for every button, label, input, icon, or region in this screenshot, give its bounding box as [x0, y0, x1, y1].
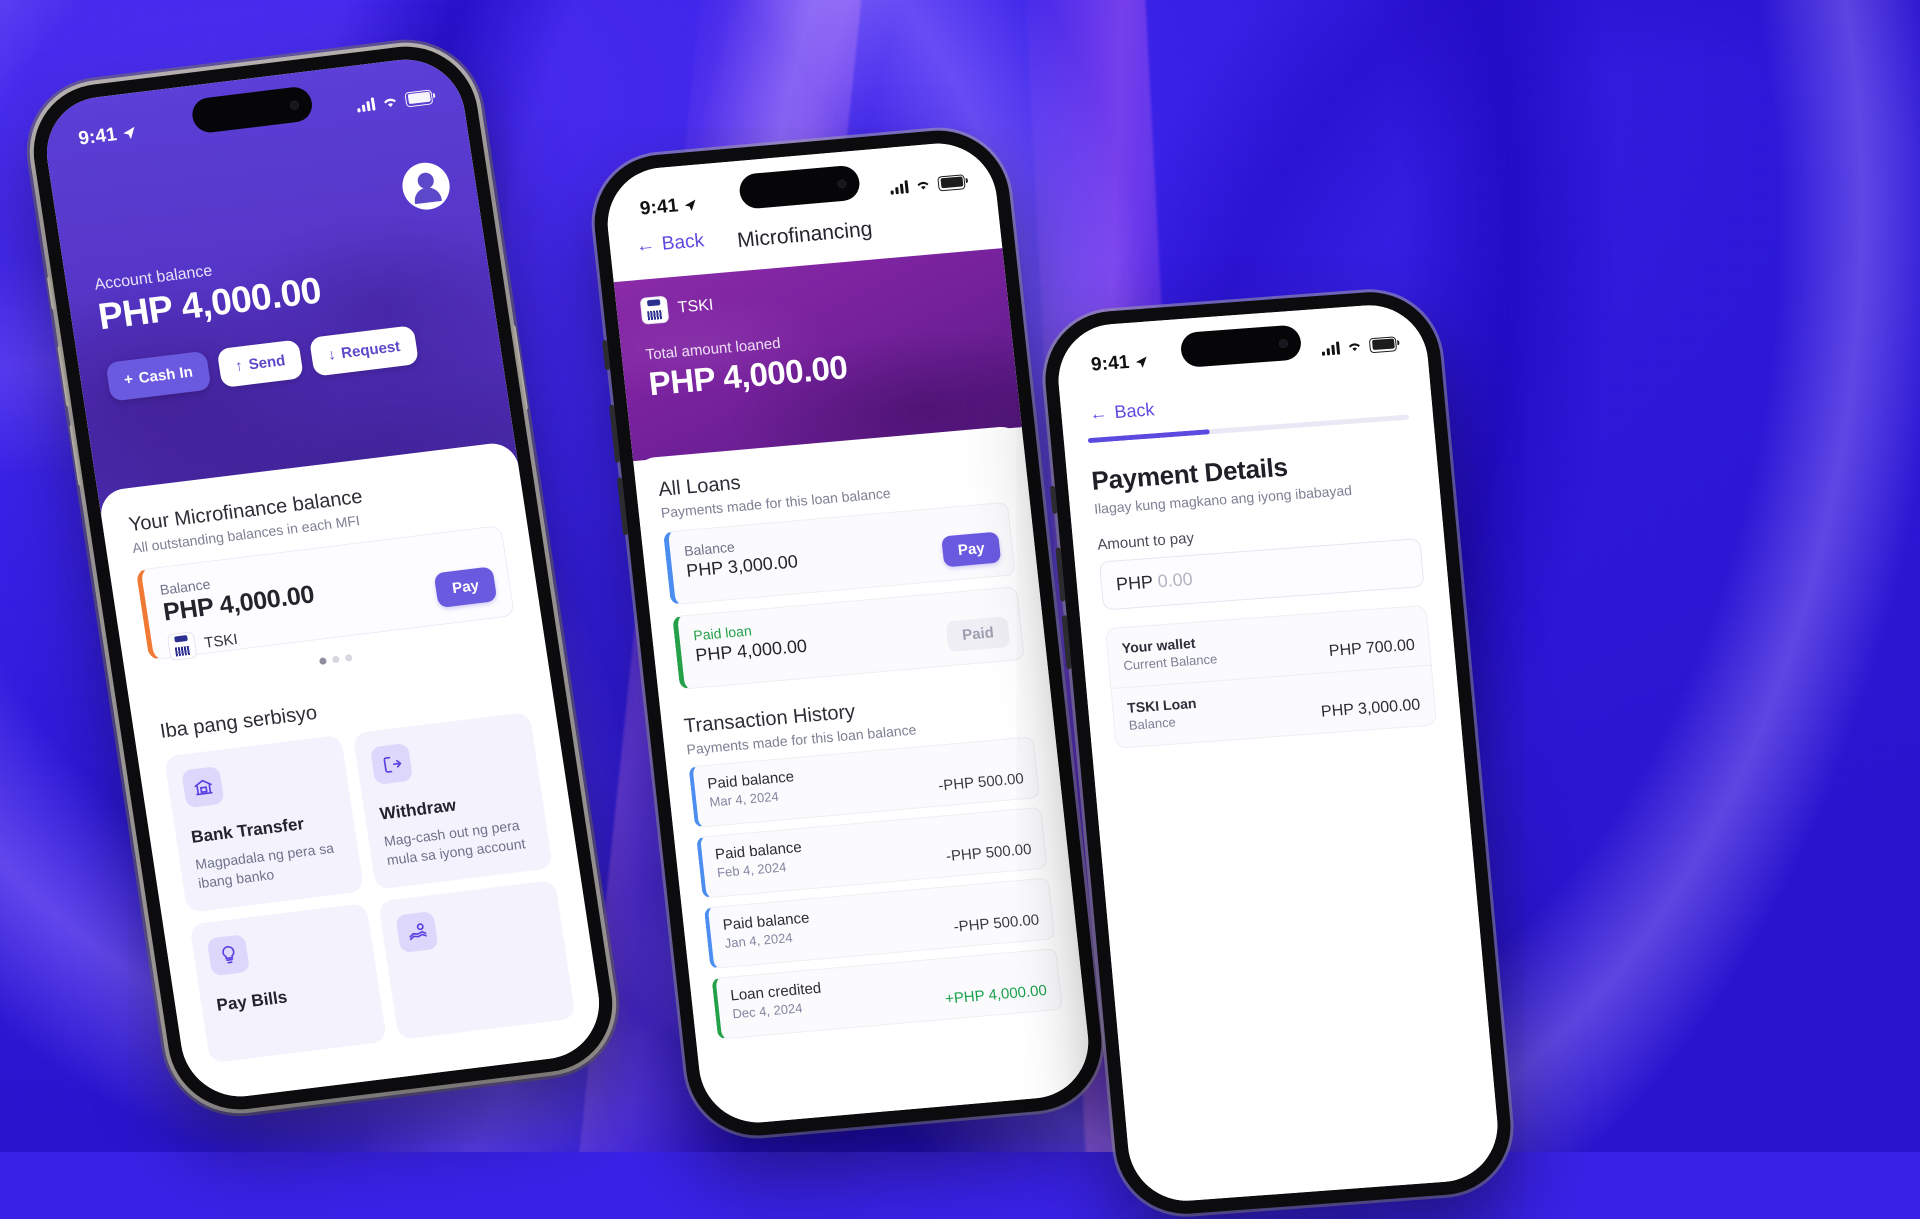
cellular-signal-icon — [889, 179, 909, 195]
arrow-down-icon: ↓ — [326, 346, 337, 364]
status-time: 9:41 — [1090, 351, 1149, 377]
location-arrow-icon — [685, 199, 696, 211]
phone-3-nav-bar: 9:41 ← Back — [1053, 301, 1433, 444]
service-card-withdraw[interactable]: Withdraw Mag-cash out ng pera mula sa iy… — [352, 711, 553, 890]
paid-button: Paid — [945, 616, 1011, 653]
back-label: Back — [1113, 399, 1156, 423]
bank-icon — [181, 766, 225, 809]
hand-coin-icon — [395, 910, 439, 953]
status-time: 9:41 — [77, 122, 138, 151]
tski-logo-icon — [639, 295, 670, 325]
banner-org: TSKI — [639, 268, 984, 325]
status-indicators — [889, 173, 966, 195]
account-value: PHP 700.00 — [1328, 636, 1416, 660]
arrow-up-icon: ↑ — [234, 357, 245, 376]
pay-button[interactable]: Pay — [433, 566, 498, 609]
service-name: Pay Bills — [215, 987, 289, 1015]
request-label: Request — [340, 338, 402, 363]
services-grid: Bank Transfer Magpadala ng pera sa ibang… — [163, 711, 576, 1063]
banner-org-name: TSKI — [676, 296, 715, 317]
cash-in-label: Cash In — [137, 363, 194, 387]
phone-3-payment-details-screen: 9:41 ← Back Payment Details Ilagay kung … — [1039, 287, 1517, 1219]
pager-dot-1[interactable] — [318, 657, 327, 666]
tski-logo-icon — [166, 631, 198, 662]
battery-icon — [1368, 335, 1398, 353]
status-indicators — [356, 88, 434, 113]
status-time-label: 9:41 — [77, 124, 119, 150]
wifi-icon — [383, 98, 396, 107]
battery-icon — [937, 173, 966, 191]
amount-placeholder: 0.00 — [1156, 568, 1194, 592]
cash-in-button[interactable]: + Cash In — [105, 350, 212, 402]
pager-dot-3[interactable] — [344, 654, 353, 662]
battery-icon — [404, 88, 434, 107]
status-time: 9:41 — [639, 194, 699, 221]
status-time-label: 9:41 — [1090, 351, 1131, 376]
loan-row-paid: Paid loan PHP 4,000.00 Paid — [672, 586, 1025, 690]
service-desc — [404, 955, 551, 973]
phone-3-screen: 9:41 ← Back Payment Details Ilagay kung … — [1053, 301, 1503, 1205]
progress-bar-fill — [1087, 429, 1211, 444]
service-card-pay-bills[interactable]: Pay Bills — [189, 902, 387, 1063]
service-card-extra[interactable] — [377, 879, 576, 1040]
microfinance-org-name: TSKI — [203, 630, 239, 652]
front-camera-icon — [836, 178, 847, 189]
front-camera-icon — [289, 99, 300, 110]
plus-icon: + — [122, 370, 135, 389]
withdraw-icon — [369, 742, 414, 786]
send-button[interactable]: ↑ Send — [216, 339, 305, 388]
service-desc: Mag-cash out ng pera mula sa iyong accou… — [382, 816, 527, 869]
loan-banner: TSKI Total amount loaned PHP 4,000.00 — [613, 248, 1022, 462]
status-indicators — [1321, 335, 1398, 356]
lightbulb-icon — [206, 933, 251, 977]
pay-button[interactable]: Pay — [941, 531, 1002, 568]
send-label: Send — [247, 352, 287, 374]
service-name — [404, 955, 551, 973]
phone-2-content-sheet: All Loans Payments made for this loan ba… — [632, 425, 1095, 1128]
service-desc: Magpadala ng pera sa ibang banko — [194, 839, 335, 892]
back-button[interactable]: ← Back — [1089, 399, 1156, 425]
pager-dot-2[interactable] — [331, 655, 340, 664]
quick-actions: + Cash In ↑ Send ↓ Request — [105, 325, 419, 402]
phone-3-content: Payment Details Ilagay kung magkano ang … — [1064, 424, 1503, 1205]
phone-1-content-sheet: Your Microfinance balance All outstandin… — [97, 440, 608, 1103]
status-time-label: 9:41 — [638, 195, 680, 220]
service-card-bank-transfer[interactable]: Bank Transfer Magpadala ng pera sa ibang… — [163, 734, 365, 913]
wifi-icon — [917, 181, 929, 190]
avatar[interactable] — [399, 160, 453, 213]
accounts-card: Your wallet Current Balance PHP 700.00 T… — [1104, 604, 1438, 749]
cellular-signal-icon — [1321, 340, 1341, 356]
arrow-left-icon: ← — [1088, 402, 1109, 424]
wifi-icon — [1348, 343, 1360, 352]
avatar-body-icon — [412, 186, 442, 205]
front-camera-icon — [1278, 338, 1289, 348]
location-arrow-icon — [123, 126, 135, 140]
request-button[interactable]: ↓ Request — [309, 325, 419, 377]
currency-prefix: PHP — [1115, 571, 1154, 595]
location-arrow-icon — [1136, 356, 1147, 368]
cellular-signal-icon — [356, 96, 376, 112]
phone-3-frame: 9:41 ← Back Payment Details Ilagay kung … — [1039, 287, 1517, 1219]
